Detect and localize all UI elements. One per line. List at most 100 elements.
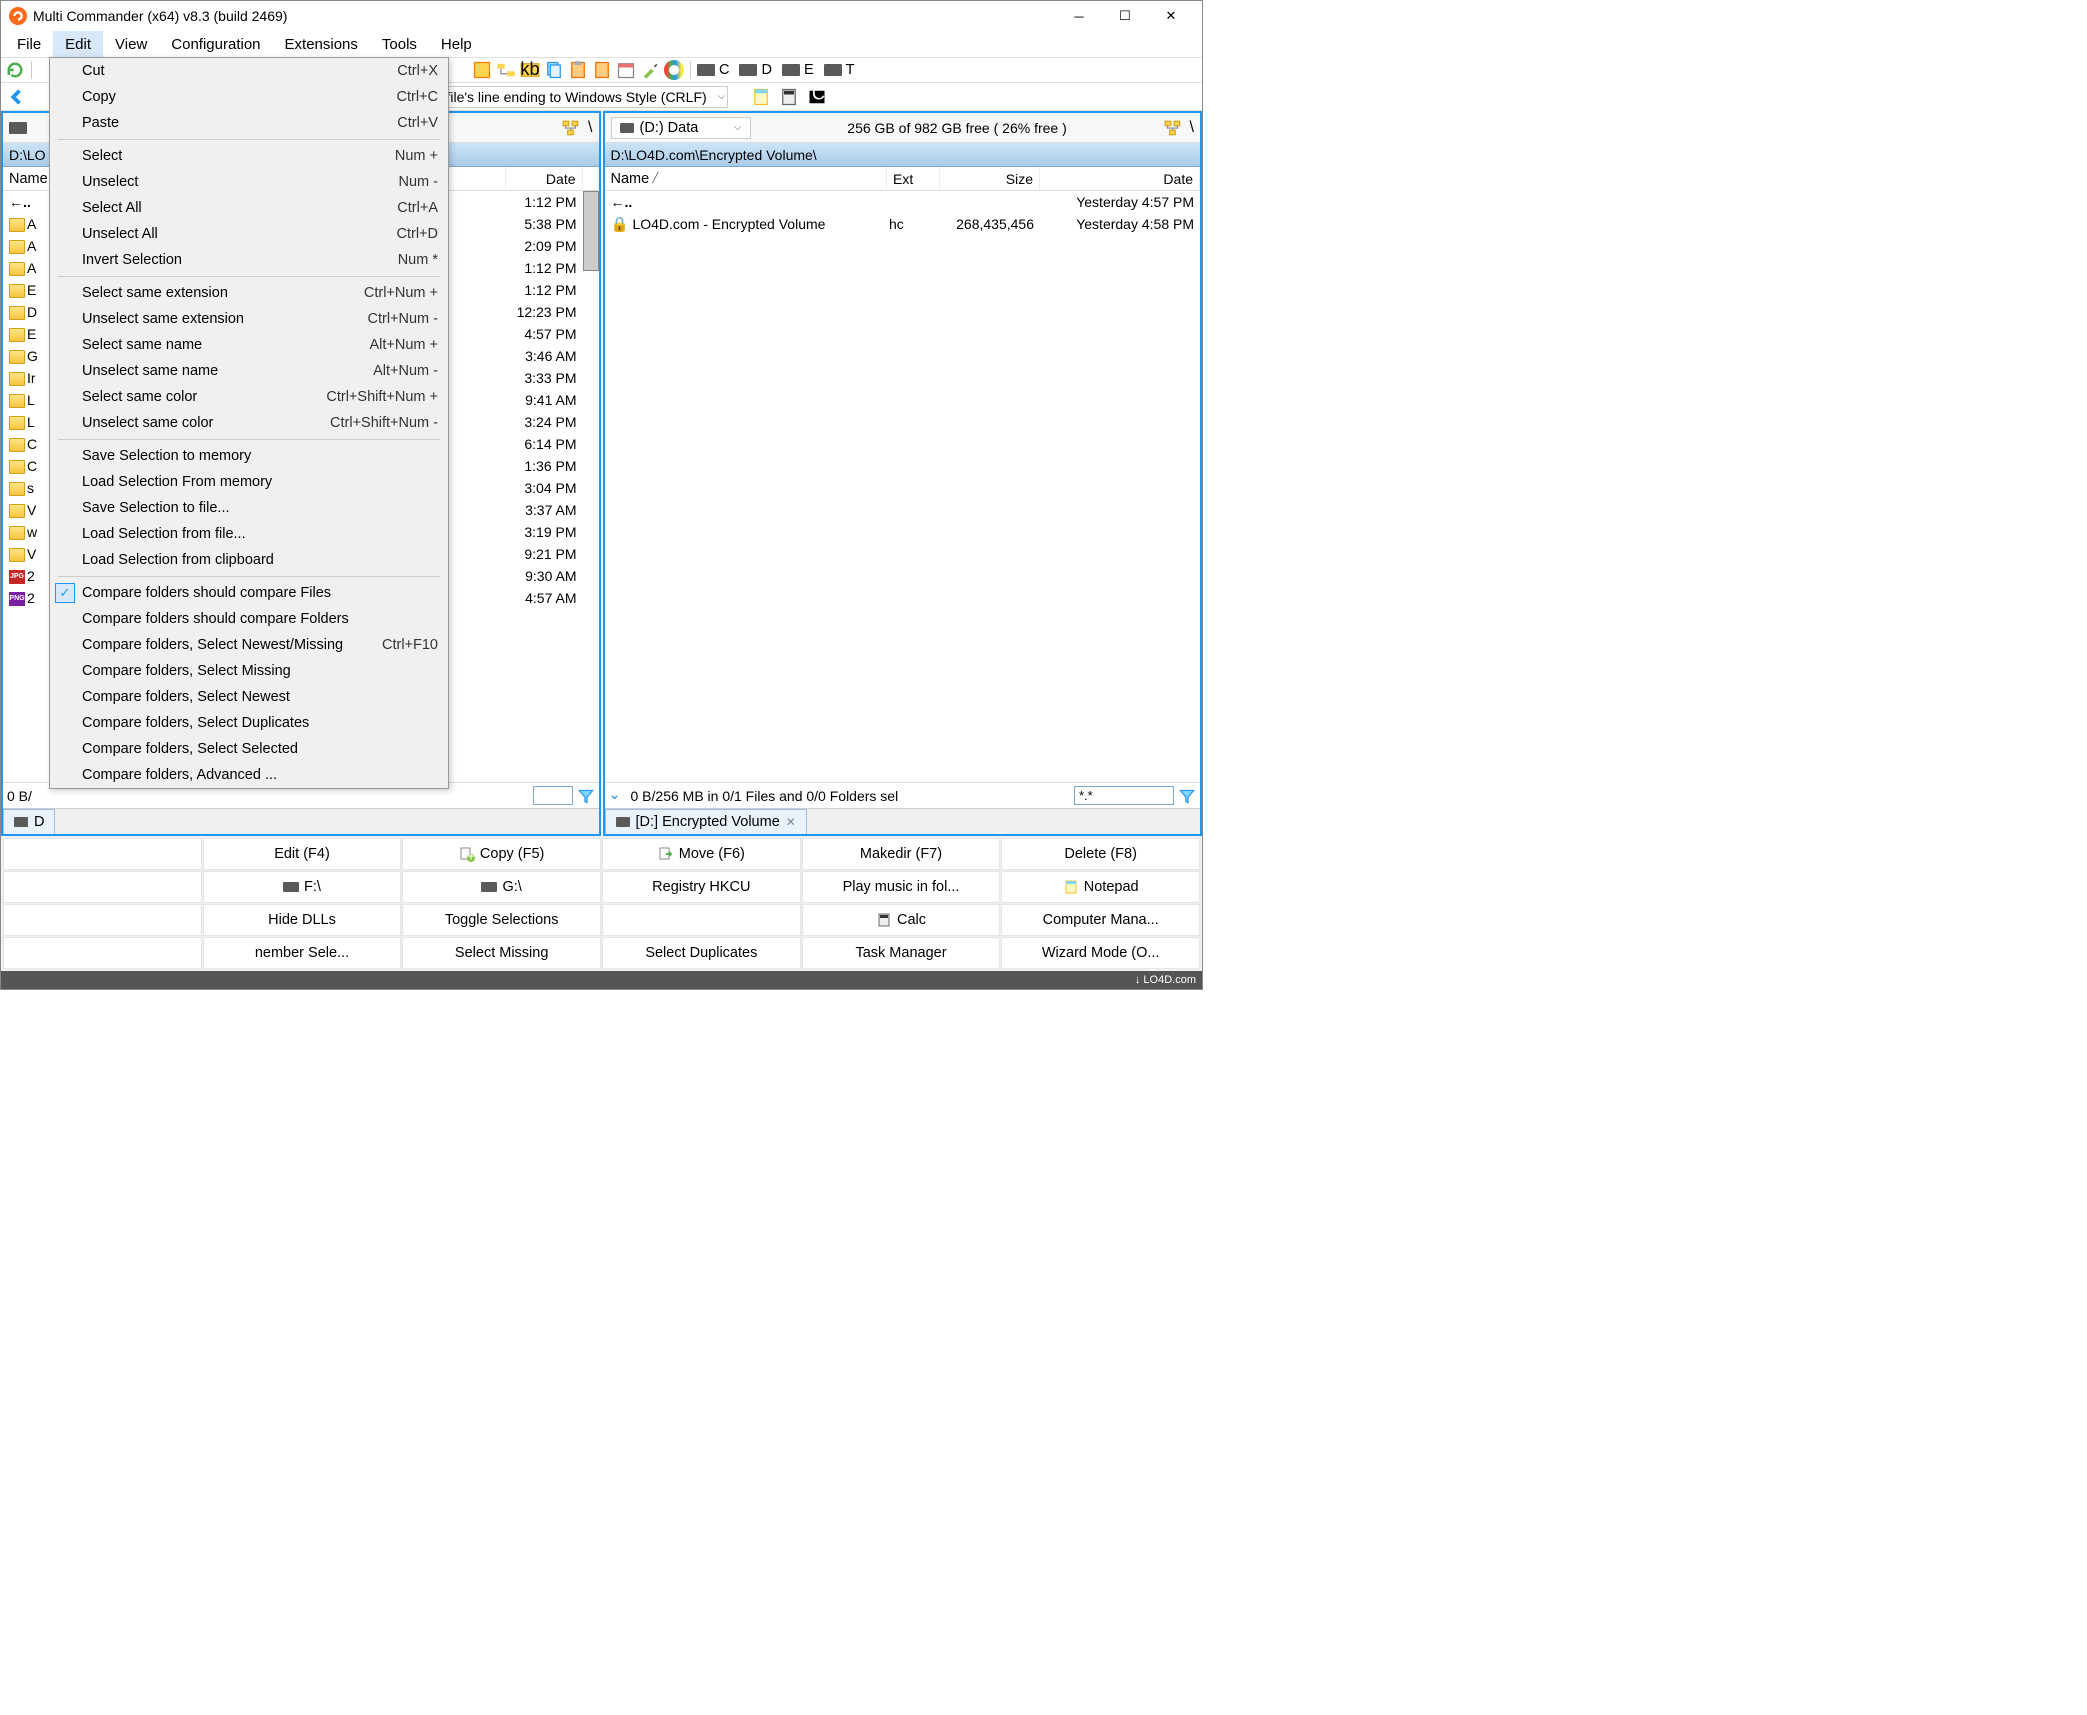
menu-item[interactable]: Invert SelectionNum * <box>50 247 448 273</box>
col-date[interactable]: Date <box>506 167 583 190</box>
folder-tree-icon[interactable] <box>496 60 516 80</box>
menu-item[interactable]: Compare folders, Select Missing <box>50 658 448 684</box>
cmd-icon[interactable]: C:\ <box>807 87 827 107</box>
menu-view[interactable]: View <box>103 31 159 57</box>
action-button[interactable]: Notepad <box>1001 871 1200 903</box>
action-button[interactable]: Move (F6) <box>602 838 801 870</box>
notepad-icon[interactable] <box>751 87 771 107</box>
path-bar[interactable]: D:\LO4D.com\Encrypted Volume\ <box>605 143 1201 167</box>
backslash-label[interactable]: \ <box>1190 119 1194 137</box>
menu-configuration[interactable]: Configuration <box>159 31 272 57</box>
chevron-down-icon[interactable]: ⌄ <box>609 787 627 805</box>
menu-item[interactable]: UnselectNum - <box>50 169 448 195</box>
menu-tools[interactable]: Tools <box>370 31 429 57</box>
menu-item[interactable]: Select same nameAlt+Num + <box>50 332 448 358</box>
menu-item[interactable]: Unselect AllCtrl+D <box>50 221 448 247</box>
close-button[interactable]: ✕ <box>1148 1 1194 31</box>
action-button[interactable]: Computer Mana... <box>1001 904 1200 936</box>
funnel-icon[interactable] <box>577 787 595 805</box>
action-button[interactable]: Task Manager <box>802 937 1001 969</box>
menu-item[interactable]: PasteCtrl+V <box>50 110 448 136</box>
tree-icon[interactable] <box>562 119 580 137</box>
drive-e[interactable]: E <box>782 62 814 78</box>
app-icon[interactable] <box>472 60 492 80</box>
menu-item[interactable]: Compare folders, Select Duplicates <box>50 710 448 736</box>
menu-item[interactable]: Compare folders should compare Folders <box>50 606 448 632</box>
action-button[interactable]: Hide DLLs <box>203 904 402 936</box>
menu-extensions[interactable]: Extensions <box>273 31 370 57</box>
menu-help[interactable]: Help <box>429 31 484 57</box>
menu-item[interactable]: Compare folders, Select Newest/MissingCt… <box>50 632 448 658</box>
col-size[interactable]: Size <box>940 167 1040 190</box>
menu-item[interactable]: SelectNum + <box>50 143 448 169</box>
col-date[interactable]: Date <box>1040 167 1200 190</box>
drive-t[interactable]: T <box>824 62 855 78</box>
backslash-label[interactable]: \ <box>588 119 592 137</box>
menu-item[interactable]: ✓Compare folders should compare Files <box>50 580 448 606</box>
drive-d[interactable]: D <box>739 62 771 78</box>
funnel-icon[interactable] <box>1178 787 1196 805</box>
menu-item[interactable]: CutCtrl+X <box>50 58 448 84</box>
drive-selector[interactable]: (D:) Data ⌵ <box>611 117 751 139</box>
action-button[interactable]: Wizard Mode (O... <box>1001 937 1200 969</box>
col-ext[interactable]: Ext <box>887 167 940 190</box>
calendar-icon[interactable] <box>616 60 636 80</box>
panel-tab[interactable]: [D:] Encrypted Volume ✕ <box>605 809 807 834</box>
menu-edit[interactable]: Edit <box>53 31 103 57</box>
action-button[interactable]: Makedir (F7) <box>802 838 1001 870</box>
filter-input[interactable] <box>1074 786 1174 805</box>
action-button[interactable]: Select Missing <box>402 937 601 969</box>
menu-item[interactable]: Select same extensionCtrl+Num + <box>50 280 448 306</box>
menu-item[interactable]: Save Selection to file... <box>50 495 448 521</box>
action-button[interactable] <box>602 904 801 936</box>
folder-kb-icon[interactable]: kb <box>520 60 540 80</box>
menu-file[interactable]: File <box>5 31 53 57</box>
filter-input[interactable] <box>533 786 573 805</box>
action-button[interactable]: Toggle Selections <box>402 904 601 936</box>
calculator-icon[interactable] <box>779 87 799 107</box>
paste-icon[interactable] <box>568 60 588 80</box>
scrollbar-thumb[interactable] <box>583 191 599 271</box>
file-row[interactable]: ←..Yesterday 4:57 PM <box>605 191 1201 213</box>
refresh-icon[interactable] <box>5 60 25 80</box>
action-button[interactable]: Edit (F4) <box>203 838 402 870</box>
action-button[interactable]: Calc <box>802 904 1001 936</box>
action-button[interactable]: F:\ <box>203 871 402 903</box>
menu-item[interactable]: Compare folders, Advanced ... <box>50 762 448 788</box>
back-arrow-icon[interactable] <box>7 87 27 107</box>
action-button[interactable] <box>3 904 202 936</box>
menu-item[interactable]: Select same colorCtrl+Shift+Num + <box>50 384 448 410</box>
file-row[interactable]: 🔒 LO4D.com - Encrypted Volumehc268,435,4… <box>605 213 1201 235</box>
menu-item[interactable]: Unselect same colorCtrl+Shift+Num - <box>50 410 448 436</box>
action-button[interactable]: Registry HKCU <box>602 871 801 903</box>
panel-tab[interactable]: D <box>3 809 55 834</box>
menu-item[interactable]: Unselect same nameAlt+Num - <box>50 358 448 384</box>
menu-item[interactable]: Load Selection from clipboard <box>50 547 448 573</box>
menu-item[interactable]: Select AllCtrl+A <box>50 195 448 221</box>
file-list[interactable]: ←..Yesterday 4:57 PM🔒 LO4D.com - Encrypt… <box>605 191 1201 782</box>
action-button[interactable] <box>3 838 202 870</box>
color-wheel-icon[interactable] <box>664 60 684 80</box>
action-button[interactable]: Select Duplicates <box>602 937 801 969</box>
paste-special-icon[interactable] <box>592 60 612 80</box>
action-button[interactable] <box>3 937 202 969</box>
minimize-button[interactable]: ─ <box>1056 1 1102 31</box>
action-button[interactable]: Play music in fol... <box>802 871 1001 903</box>
action-button[interactable]: G:\ <box>402 871 601 903</box>
menu-item[interactable]: Compare folders, Select Selected <box>50 736 448 762</box>
drive-c[interactable]: C <box>697 62 729 78</box>
menu-item[interactable]: CopyCtrl+C <box>50 84 448 110</box>
menu-item[interactable]: Compare folders, Select Newest <box>50 684 448 710</box>
menu-item[interactable]: Unselect same extensionCtrl+Num - <box>50 306 448 332</box>
maximize-button[interactable]: ☐ <box>1102 1 1148 31</box>
action-button[interactable]: nember Sele... <box>203 937 402 969</box>
action-button[interactable] <box>3 871 202 903</box>
close-tab-icon[interactable]: ✕ <box>786 815 796 829</box>
menu-item[interactable]: Load Selection from file... <box>50 521 448 547</box>
line-ending-selector[interactable]: text file's line ending to Windows Style… <box>413 86 728 108</box>
copy-icon[interactable] <box>544 60 564 80</box>
col-name[interactable]: Name╱ <box>605 167 888 190</box>
menu-item[interactable]: Load Selection From memory <box>50 469 448 495</box>
tree-icon[interactable] <box>1164 119 1182 137</box>
menu-item[interactable]: Save Selection to memory <box>50 443 448 469</box>
